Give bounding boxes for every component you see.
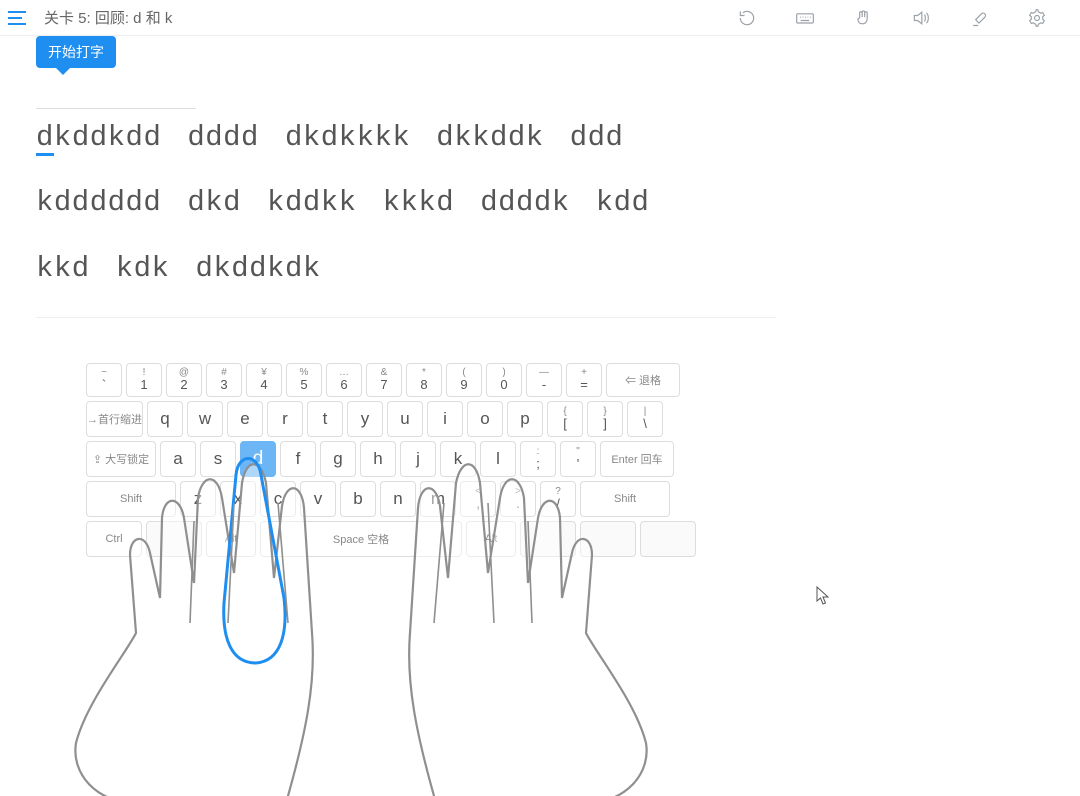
typing-word: kdk	[116, 252, 170, 285]
key-s[interactable]: s	[200, 441, 236, 477]
key-1[interactable]: !1	[126, 363, 162, 397]
key-alt-right[interactable]: Alt	[466, 521, 516, 557]
key-backspace[interactable]: ⇐ 退格	[606, 363, 680, 397]
typing-word: kkkd	[383, 186, 455, 219]
key-d[interactable]: d	[240, 441, 276, 477]
key-blank[interactable]	[146, 521, 202, 557]
key-g[interactable]: g	[320, 441, 356, 477]
key-blank[interactable]	[520, 521, 576, 557]
key-enter[interactable]: Enter 回车	[600, 441, 674, 477]
typing-word: kddkk	[267, 186, 357, 219]
key-a[interactable]: a	[160, 441, 196, 477]
key-m[interactable]: m	[420, 481, 456, 517]
key-3[interactable]: #3	[206, 363, 242, 397]
hand-icon[interactable]	[852, 7, 874, 29]
keyboard-icon[interactable]	[794, 7, 816, 29]
key-8[interactable]: *8	[406, 363, 442, 397]
key-n[interactable]: n	[380, 481, 416, 517]
topbar-actions	[736, 7, 1048, 29]
menu-icon[interactable]	[8, 7, 30, 29]
key-;[interactable]: :;	[520, 441, 556, 477]
key-blank[interactable]	[580, 521, 636, 557]
key-9[interactable]: (9	[446, 363, 482, 397]
key-q[interactable]: q	[147, 401, 183, 437]
typing-word: dkkddk	[436, 121, 543, 154]
key-v[interactable]: v	[300, 481, 336, 517]
key-shift-right[interactable]: Shift	[580, 481, 670, 517]
theme-icon[interactable]	[968, 7, 990, 29]
key-,[interactable]: <,	[460, 481, 496, 517]
key-p[interactable]: p	[507, 401, 543, 437]
key-shift-left[interactable]: Shift	[86, 481, 176, 517]
key-ctrl-left[interactable]: Ctrl	[86, 521, 142, 557]
sound-icon[interactable]	[910, 7, 932, 29]
key-[[interactable]: {[	[547, 401, 583, 437]
key-i[interactable]: i	[427, 401, 463, 437]
key-=[interactable]: +=	[566, 363, 602, 397]
key-.[interactable]: >.	[500, 481, 536, 517]
key-`[interactable]: ~`	[86, 363, 122, 397]
key-6[interactable]: …6	[326, 363, 362, 397]
key-space[interactable]: Space 空格	[260, 521, 462, 557]
typing-word: kkd	[36, 252, 90, 285]
key-o[interactable]: o	[467, 401, 503, 437]
key--[interactable]: —-	[526, 363, 562, 397]
virtual-keyboard: ~`!1@2#3¥4%5…6&7*8(9)0—-+=⇐ 退格 →首行缩进qwer…	[86, 363, 696, 557]
restart-icon[interactable]	[736, 7, 758, 29]
key-j[interactable]: j	[400, 441, 436, 477]
typing-word: ddddk	[480, 186, 570, 219]
typing-text: dkddkdddddddkdkkkkdkkddkdddkdddddddkdkdd…	[36, 108, 776, 301]
content: 开始打字 dkddkdddddddkdkkkkdkkddkdddkddddddd…	[0, 36, 1080, 557]
key-x[interactable]: x	[220, 481, 256, 517]
key-\[interactable]: |\	[627, 401, 663, 437]
typing-word: ddd	[570, 121, 624, 154]
typing-cursor-char: d	[36, 121, 54, 154]
typing-word: kdddddd	[36, 186, 161, 219]
key-l[interactable]: l	[480, 441, 516, 477]
key-f[interactable]: f	[280, 441, 316, 477]
typing-word: dkd	[187, 186, 241, 219]
key-blank[interactable]	[640, 521, 696, 557]
key-w[interactable]: w	[187, 401, 223, 437]
key-e[interactable]: e	[227, 401, 263, 437]
typing-word: dkddkdd	[36, 121, 161, 154]
key-y[interactable]: y	[347, 401, 383, 437]
typing-word: dkddkdk	[195, 252, 320, 285]
typing-area[interactable]: dkddkdddddddkdkkkkdkkddkdddkdddddddkdkdd…	[36, 108, 776, 318]
key-5[interactable]: %5	[286, 363, 322, 397]
key-4[interactable]: ¥4	[246, 363, 282, 397]
key-c[interactable]: c	[260, 481, 296, 517]
key-0[interactable]: )0	[486, 363, 522, 397]
key-2[interactable]: @2	[166, 363, 202, 397]
mouse-cursor-icon	[816, 586, 830, 606]
start-typing-tooltip: 开始打字	[36, 36, 116, 68]
key-][interactable]: }]	[587, 401, 623, 437]
key-'[interactable]: "'	[560, 441, 596, 477]
lesson-title: 关卡 5: 回顾: d 和 k	[44, 7, 172, 28]
typing-word: kdd	[596, 186, 650, 219]
key-capslock[interactable]: ⇪ 大写锁定	[86, 441, 156, 477]
key-7[interactable]: &7	[366, 363, 402, 397]
key-t[interactable]: t	[307, 401, 343, 437]
typing-word: dddd	[187, 121, 259, 154]
key-/[interactable]: ?/	[540, 481, 576, 517]
key-alt-left[interactable]: Alt	[206, 521, 256, 557]
key-b[interactable]: b	[340, 481, 376, 517]
typing-word: dkdkkkk	[285, 121, 410, 154]
settings-icon[interactable]	[1026, 7, 1048, 29]
key-u[interactable]: u	[387, 401, 423, 437]
key-h[interactable]: h	[360, 441, 396, 477]
key-z[interactable]: z	[180, 481, 216, 517]
key-tab[interactable]: →首行缩进	[86, 401, 143, 437]
key-k[interactable]: k	[440, 441, 476, 477]
top-bar: 关卡 5: 回顾: d 和 k	[0, 0, 1080, 36]
key-r[interactable]: r	[267, 401, 303, 437]
